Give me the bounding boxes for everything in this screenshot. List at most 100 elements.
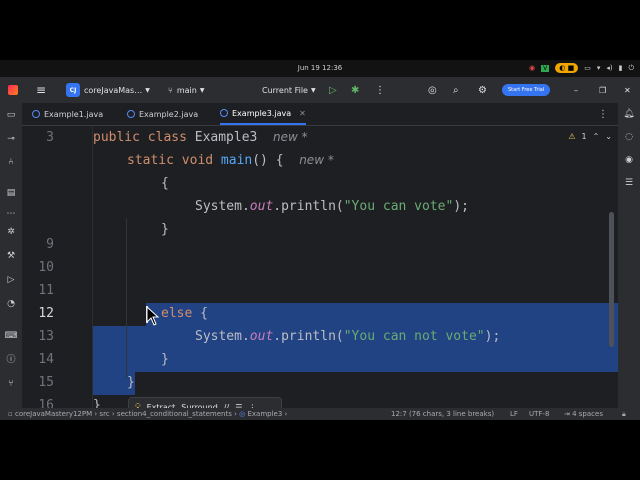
line-number: 9 <box>46 237 54 252</box>
java-class-icon <box>32 110 40 118</box>
left-tool-rail: ▭ ⊸ ⑃ ▤ ⋯ ✲ ⚒ ▷ ◔ ⌨ ⓘ ⑂ <box>0 103 22 408</box>
chevron-down-icon: ▼ <box>199 86 205 94</box>
gradle-icon[interactable]: ◉ <box>622 153 636 167</box>
vertical-scrollbar[interactable] <box>609 212 614 347</box>
line-number: 11 <box>38 283 54 298</box>
tab-example2[interactable]: Example2.java <box>127 103 198 125</box>
notifications-icon[interactable]: 🔔︎ <box>622 107 636 121</box>
build-icon[interactable]: ⚒ <box>4 249 18 263</box>
system-tray: ◉ V ◐ ■ ▭ ▾ ◂) ▮ ⏻ <box>529 63 634 73</box>
right-tool-rail: 🔔︎ ◌ ◉ ☰ <box>618 103 640 408</box>
problems-icon[interactable]: ⓘ <box>4 353 18 367</box>
module-icon: ▫ <box>8 410 13 418</box>
debug-icon[interactable]: ✱ <box>351 77 359 103</box>
code-line-9: { <box>161 176 169 191</box>
power-icon[interactable]: ⏻ <box>628 64 634 73</box>
ai-chat-icon[interactable]: ◌ <box>622 130 636 144</box>
code-line-11: } <box>161 222 169 237</box>
more-icon[interactable]: ⋮ <box>598 103 608 125</box>
run-config-label: Current File <box>262 85 308 95</box>
display-icon[interactable]: ▭ <box>584 64 591 72</box>
tab-example3[interactable]: Example3.java ✕ <box>220 103 306 125</box>
folder-icon[interactable]: ▭ <box>4 108 18 122</box>
file-encoding[interactable]: UTF-8 <box>529 408 549 420</box>
breadcrumb-package[interactable]: section4_conditional_statements <box>117 410 232 418</box>
services-icon[interactable]: ◔ <box>4 297 18 311</box>
java-class-icon <box>220 109 228 117</box>
start-free-trial-button[interactable]: Start Free Trial <box>502 77 551 103</box>
breadcrumb-project[interactable]: coreJavaMastery12PM <box>15 410 92 418</box>
code-line-14: } <box>161 352 169 367</box>
hamburger-menu-icon[interactable]: ≡ <box>36 77 46 103</box>
volume-icon[interactable]: ◂) <box>606 64 612 72</box>
keyword: static void <box>127 153 221 168</box>
java-class-icon: ◎ <box>239 410 246 418</box>
chevron-up-icon[interactable]: ⌃ <box>593 132 600 141</box>
breadcrumb: ▫ coreJavaMastery12PM › src › section4_c… <box>8 408 287 420</box>
screen: Jun 19 12:36 ◉ V ◐ ■ ▭ ▾ ◂) ▮ ⏻ ≡ CJ cor… <box>0 60 640 420</box>
tab-example1[interactable]: Example1.java <box>32 103 103 125</box>
chevron-down-icon: ▼ <box>310 86 316 94</box>
breadcrumb-class[interactable]: Example3 <box>247 410 282 418</box>
database-icon[interactable]: ☰ <box>622 176 636 190</box>
code-line-3: public class Example3 new * <box>93 130 308 145</box>
more-icon[interactable]: ⋮ <box>375 77 385 103</box>
breadcrumb-src[interactable]: src <box>99 410 109 418</box>
settings-icon[interactable]: ⚙ <box>478 77 487 103</box>
code-editor[interactable]: 3 9 10 11 12 13 14 15 16 public class Ex… <box>22 126 618 413</box>
line-number: 10 <box>38 260 54 275</box>
restore-icon[interactable]: ❐ <box>599 77 606 103</box>
warning-count: 1 <box>581 132 587 141</box>
run-icon[interactable]: ▷ <box>329 77 337 103</box>
minimize-icon[interactable]: – <box>574 77 578 103</box>
git-icon[interactable]: ⑂ <box>4 377 18 391</box>
commit-icon[interactable]: ⊸ <box>4 132 18 146</box>
code-token: { <box>192 306 208 321</box>
ai-assistant-icon[interactable]: ◎ <box>428 77 437 103</box>
line-number: 14 <box>38 352 54 367</box>
project-selector[interactable]: CJ coreJavaMas… ▼ <box>66 77 150 103</box>
structure-icon[interactable]: ▤ <box>4 186 18 200</box>
branch-selector[interactable]: ⑂ main ▼ <box>168 77 204 103</box>
main-toolbar: ≡ CJ coreJavaMas… ▼ ⑂ main ▼ Current Fil… <box>0 77 640 103</box>
indent-label: 4 spaces <box>572 410 603 418</box>
close-icon[interactable]: ✕ <box>624 77 631 103</box>
indent-guide <box>126 218 127 378</box>
more-tools-icon[interactable]: ⋯ <box>4 207 18 221</box>
close-tab-icon[interactable]: ✕ <box>299 109 306 118</box>
chevron-down-icon[interactable]: ⌄ <box>605 132 612 141</box>
selection-highlight <box>146 303 618 326</box>
caret-position[interactable]: 12:7 (76 chars, 3 line breaks) <box>391 408 494 420</box>
indent-setting[interactable]: ⇥ 4 spaces <box>564 408 603 420</box>
line-number: 3 <box>46 130 54 145</box>
read-only-icon[interactable]: 🔒︎ <box>622 408 626 420</box>
string-literal: "You can vote" <box>343 199 454 214</box>
run-tool-icon[interactable]: ▷ <box>4 273 18 287</box>
code-token: System. <box>195 329 250 344</box>
screen-record-pill[interactable]: ◐ ■ <box>555 63 579 73</box>
tab-label: Example2.java <box>139 109 199 119</box>
vim-icon[interactable]: V <box>541 64 550 72</box>
usage-hint[interactable]: new * <box>299 153 334 167</box>
gutter-separator <box>92 126 93 408</box>
code-token: ); <box>484 329 501 344</box>
field-token: out <box>249 329 274 344</box>
trial-label: Start Free Trial <box>502 84 551 96</box>
line-number: 13 <box>38 329 54 344</box>
run-config-selector[interactable]: Current File ▼ <box>262 77 316 103</box>
line-number: 15 <box>38 375 54 390</box>
code-token: .println( <box>273 329 344 344</box>
status-bar: ▫ coreJavaMastery12PM › src › section4_c… <box>0 408 640 420</box>
line-separator[interactable]: LF <box>510 408 518 420</box>
bug-icon[interactable]: ✲ <box>4 225 18 239</box>
code-token: () { <box>252 153 284 168</box>
record-icon[interactable]: ◉ <box>529 64 535 72</box>
search-icon[interactable]: ⌕ <box>453 77 459 103</box>
app-logo-icon[interactable] <box>8 77 18 103</box>
inspection-widget[interactable]: ⚠ 1 ⌃ ⌄ <box>568 132 612 141</box>
battery-icon: ▮ <box>618 64 623 72</box>
line-number: 12 <box>38 306 54 321</box>
usage-hint[interactable]: new * <box>273 130 308 144</box>
terminal-icon[interactable]: ⌨ <box>4 329 18 343</box>
pull-request-icon[interactable]: ⑃ <box>4 155 18 169</box>
